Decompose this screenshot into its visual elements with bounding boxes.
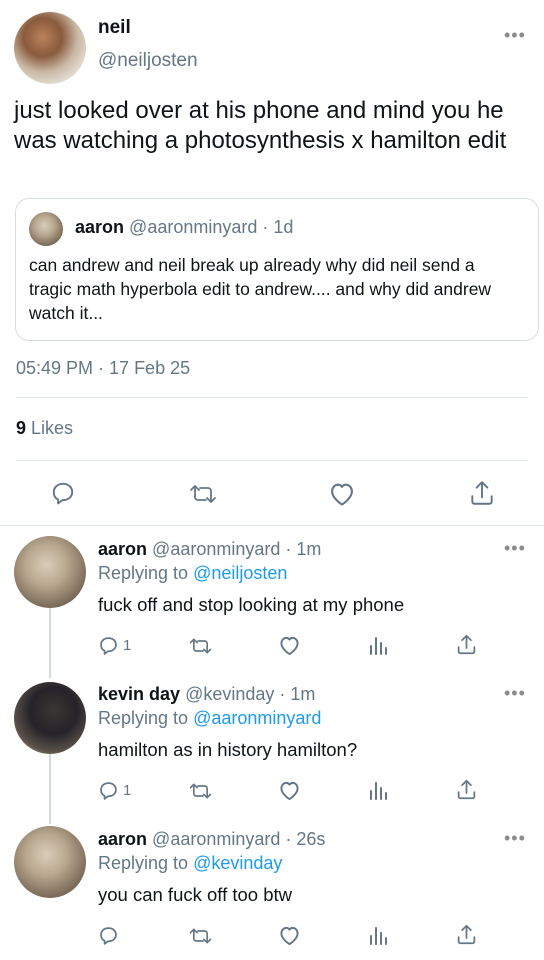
heart-icon[interactable] <box>328 481 356 507</box>
more-dots-icon[interactable]: ••• <box>504 829 526 847</box>
quote-avatar <box>29 212 63 246</box>
replying-to-line: Replying to @aaronminyard <box>98 708 321 729</box>
replying-to-link[interactable]: @neiljosten <box>193 563 287 583</box>
reply-icon[interactable] <box>98 780 119 801</box>
reply-display-name[interactable]: aaron <box>98 539 147 559</box>
reply-header: kevin day @kevinday · 1m <box>98 684 315 705</box>
retweet-icon[interactable] <box>188 781 213 801</box>
thread-line <box>49 608 51 678</box>
reply-handle[interactable]: @kevinday <box>185 684 274 704</box>
quote-handle: @aaronminyard <box>129 217 258 237</box>
avatar-kevin[interactable] <box>14 682 86 754</box>
retweet-icon[interactable] <box>188 482 218 506</box>
reply-text: fuck off and stop looking at my phone <box>98 594 405 615</box>
main-handle[interactable]: @neiljosten <box>98 50 198 72</box>
reply-display-name[interactable]: aaron <box>98 829 147 849</box>
reply-header: aaron @aaronminyard · 26s <box>98 829 325 850</box>
replying-to-link[interactable]: @aaronminyard <box>193 708 321 728</box>
more-dots-icon[interactable]: ••• <box>504 26 526 44</box>
share-icon[interactable] <box>456 923 477 946</box>
divider <box>0 525 544 526</box>
reply-time: · 26s <box>285 829 326 849</box>
share-icon[interactable] <box>456 778 477 801</box>
reply-display-name[interactable]: kevin day <box>98 684 180 704</box>
bar-chart-icon[interactable] <box>368 779 388 801</box>
likes-count: 9 <box>16 418 27 438</box>
share-icon[interactable] <box>469 479 495 507</box>
reply-header: aaron @aaronminyard · 1m <box>98 539 321 560</box>
quote-header: aaron @aaronminyard · 1d <box>75 217 293 238</box>
avatar-aaron[interactable] <box>14 826 86 898</box>
retweet-icon[interactable] <box>188 636 213 656</box>
thread-line <box>49 754 51 824</box>
reply-icon[interactable] <box>50 480 76 506</box>
bar-chart-icon[interactable] <box>368 924 388 946</box>
reply-text: you can fuck off too btw <box>98 884 293 905</box>
heart-icon[interactable] <box>278 780 301 801</box>
main-display-name[interactable]: neil <box>98 17 131 39</box>
avatar-neil[interactable] <box>14 12 86 84</box>
share-icon[interactable] <box>456 633 477 656</box>
tweet-timestamp: 05:49 PM · 17 Feb 25 <box>16 358 191 378</box>
reply-time: · 1m <box>279 684 316 704</box>
reply-icon[interactable] <box>98 925 119 946</box>
replying-prefix: Replying to <box>98 563 189 583</box>
quote-display-name: aaron <box>75 217 125 237</box>
quote-text: can andrew and neil break up already why… <box>29 255 492 323</box>
quote-tweet-card[interactable]: aaron @aaronminyard · 1d can andrew and … <box>15 198 539 341</box>
reply-handle[interactable]: @aaronminyard <box>152 829 280 849</box>
heart-icon[interactable] <box>278 925 301 946</box>
reply-time: · 1m <box>285 539 322 559</box>
divider <box>16 460 528 461</box>
more-dots-icon[interactable]: ••• <box>504 684 526 702</box>
retweet-icon[interactable] <box>188 926 213 946</box>
replying-to-link[interactable]: @kevinday <box>193 853 282 873</box>
reply-handle[interactable]: @aaronminyard <box>152 539 280 559</box>
reply-icon[interactable] <box>98 635 119 656</box>
more-dots-icon[interactable]: ••• <box>504 539 526 557</box>
replying-prefix: Replying to <box>98 853 189 873</box>
reply-count: 1 <box>123 782 132 799</box>
replying-prefix: Replying to <box>98 708 189 728</box>
replying-to-line: Replying to @kevinday <box>98 853 282 874</box>
divider <box>16 397 528 398</box>
reply-count: 1 <box>123 637 132 654</box>
replying-to-line: Replying to @neiljosten <box>98 563 287 584</box>
bar-chart-icon[interactable] <box>368 634 388 656</box>
heart-icon[interactable] <box>278 635 301 656</box>
likes-label: Likes <box>31 418 74 438</box>
likes-summary[interactable]: 9 Likes <box>16 418 73 439</box>
quote-time: · 1d <box>262 217 294 237</box>
avatar-aaron[interactable] <box>14 536 86 608</box>
reply-text: hamilton as in history hamilton? <box>98 739 358 760</box>
main-tweet-text: just looked over at his phone and mind y… <box>14 97 507 154</box>
